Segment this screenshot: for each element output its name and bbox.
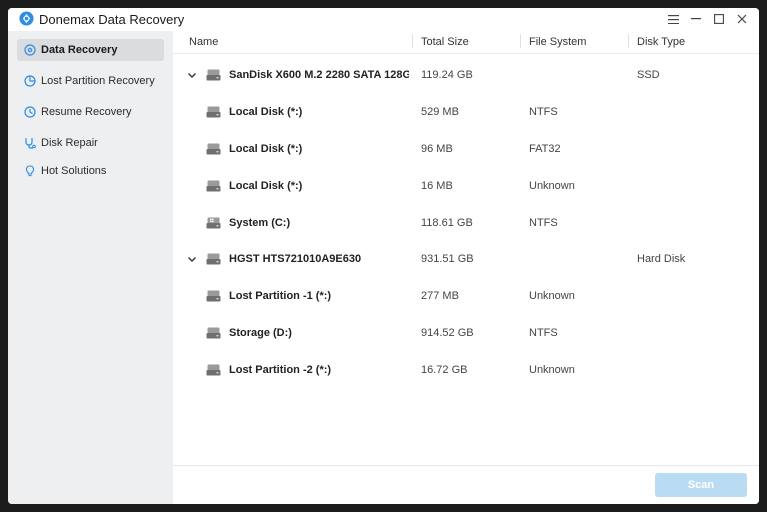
sidebar: Data Recovery Lost Partition Recovery Re… bbox=[8, 31, 173, 504]
column-header-disk-type[interactable]: Disk Type bbox=[637, 36, 685, 48]
drive-size: 914.52 GB bbox=[421, 327, 474, 339]
partition-row[interactable]: System (C:) 118.61 GB NTFS bbox=[173, 209, 759, 239]
drive-name: Storage (D:) bbox=[229, 327, 292, 339]
menu-button[interactable] bbox=[663, 11, 683, 27]
hard-drive-icon bbox=[206, 364, 221, 376]
chevron-down-icon[interactable] bbox=[186, 69, 198, 81]
partition-row[interactable]: Lost Partition -1 (*:) 277 MB Unknown bbox=[173, 282, 759, 312]
partition-row[interactable]: Local Disk (*:) 96 MB FAT32 bbox=[173, 135, 759, 165]
file-system: Unknown bbox=[529, 364, 575, 376]
drive-size: 931.51 GB bbox=[421, 253, 474, 265]
table-header: Name Total Size File System Disk Type bbox=[173, 31, 759, 54]
drive-size: 16 MB bbox=[421, 180, 453, 192]
main-panel: Name Total Size File System Disk Type Sa… bbox=[173, 31, 759, 504]
column-divider[interactable] bbox=[412, 34, 413, 48]
disk-type: SSD bbox=[637, 69, 660, 81]
drive-name: Local Disk (*:) bbox=[229, 180, 303, 192]
partition-row[interactable]: Lost Partition -2 (*:) 16.72 GB Unknown bbox=[173, 356, 759, 386]
sidebar-item-label: Lost Partition Recovery bbox=[41, 75, 155, 87]
hard-drive-icon bbox=[206, 143, 221, 155]
drive-name: Local Disk (*:) bbox=[229, 143, 303, 155]
partition-row[interactable]: Storage (D:) 914.52 GB NTFS bbox=[173, 319, 759, 349]
sidebar-item-label: Data Recovery bbox=[41, 44, 118, 56]
hard-drive-icon bbox=[206, 106, 221, 118]
maximize-button[interactable] bbox=[709, 11, 729, 27]
disk-row[interactable]: SanDisk X600 M.2 2280 SATA 128GB 119.24 G… bbox=[173, 61, 759, 91]
close-button[interactable] bbox=[732, 11, 752, 27]
disc-icon bbox=[24, 44, 36, 56]
column-header-total-size[interactable]: Total Size bbox=[421, 36, 469, 48]
drive-size: 118.61 GB bbox=[421, 217, 473, 229]
disk-row[interactable]: HGST HTS721010A9E630 931.51 GB Hard Disk bbox=[173, 245, 759, 275]
sidebar-item-resume-recovery[interactable]: Resume Recovery bbox=[17, 101, 164, 123]
maximize-icon bbox=[714, 14, 724, 24]
pie-chart-icon bbox=[24, 75, 36, 87]
partition-row[interactable]: Local Disk (*:) 529 MB NTFS bbox=[173, 98, 759, 128]
sidebar-item-hot-solutions[interactable]: Hot Solutions bbox=[17, 160, 164, 182]
file-system: Unknown bbox=[529, 180, 575, 192]
file-system: FAT32 bbox=[529, 143, 561, 155]
column-header-file-system[interactable]: File System bbox=[529, 36, 586, 48]
column-divider[interactable] bbox=[520, 34, 521, 48]
drive-name: System (C:) bbox=[229, 217, 291, 229]
drive-size: 119.24 GB bbox=[421, 69, 473, 81]
drive-name: Lost Partition -2 (*:) bbox=[229, 364, 332, 376]
sidebar-item-data-recovery[interactable]: Data Recovery bbox=[17, 39, 164, 61]
app-window: Donemax Data Recovery Data Recovery Lost… bbox=[8, 8, 759, 504]
clock-icon bbox=[24, 106, 36, 118]
drive-size: 529 MB bbox=[421, 106, 459, 118]
file-system: Unknown bbox=[529, 290, 575, 302]
sidebar-item-label: Hot Solutions bbox=[41, 165, 107, 177]
drive-name: Lost Partition -1 (*:) bbox=[229, 290, 332, 302]
hard-drive-icon bbox=[206, 290, 221, 302]
app-title: Donemax Data Recovery bbox=[39, 12, 185, 27]
file-system: NTFS bbox=[529, 106, 558, 118]
system-drive-icon bbox=[206, 217, 221, 229]
title-bar: Donemax Data Recovery bbox=[8, 8, 759, 31]
scan-button[interactable]: Scan bbox=[655, 473, 747, 497]
disk-type: Hard Disk bbox=[637, 253, 686, 265]
column-divider[interactable] bbox=[628, 34, 629, 48]
sidebar-item-disk-repair[interactable]: Disk Repair bbox=[17, 132, 164, 154]
stethoscope-icon bbox=[24, 137, 36, 149]
drive-size: 277 MB bbox=[421, 290, 459, 302]
minimize-button[interactable] bbox=[686, 11, 706, 27]
close-icon bbox=[737, 14, 747, 24]
hard-drive-icon bbox=[206, 253, 221, 265]
hard-drive-icon bbox=[206, 327, 221, 339]
hard-drive-icon bbox=[206, 69, 221, 81]
hamburger-icon bbox=[667, 14, 679, 24]
drive-size: 16.72 GB bbox=[421, 364, 468, 376]
sidebar-item-label: Resume Recovery bbox=[41, 106, 132, 118]
lightbulb-icon bbox=[24, 165, 36, 177]
drive-name: Local Disk (*:) bbox=[229, 106, 303, 118]
file-system: NTFS bbox=[529, 327, 558, 339]
chevron-down-icon[interactable] bbox=[186, 253, 198, 265]
minimize-icon bbox=[691, 18, 701, 20]
column-header-name[interactable]: Name bbox=[189, 36, 218, 48]
sidebar-item-lost-partition-recovery[interactable]: Lost Partition Recovery bbox=[17, 70, 164, 92]
hard-drive-icon bbox=[206, 180, 221, 192]
footer-bar: Scan bbox=[173, 465, 759, 504]
drive-name: SanDisk X600 M.2 2280 SATA 128GB bbox=[229, 69, 409, 81]
sidebar-item-label: Disk Repair bbox=[41, 137, 98, 149]
file-system: NTFS bbox=[529, 217, 558, 229]
drive-name: HGST HTS721010A9E630 bbox=[229, 253, 362, 265]
drive-size: 96 MB bbox=[421, 143, 453, 155]
app-logo-icon bbox=[19, 11, 34, 26]
partition-row[interactable]: Local Disk (*:) 16 MB Unknown bbox=[173, 172, 759, 202]
